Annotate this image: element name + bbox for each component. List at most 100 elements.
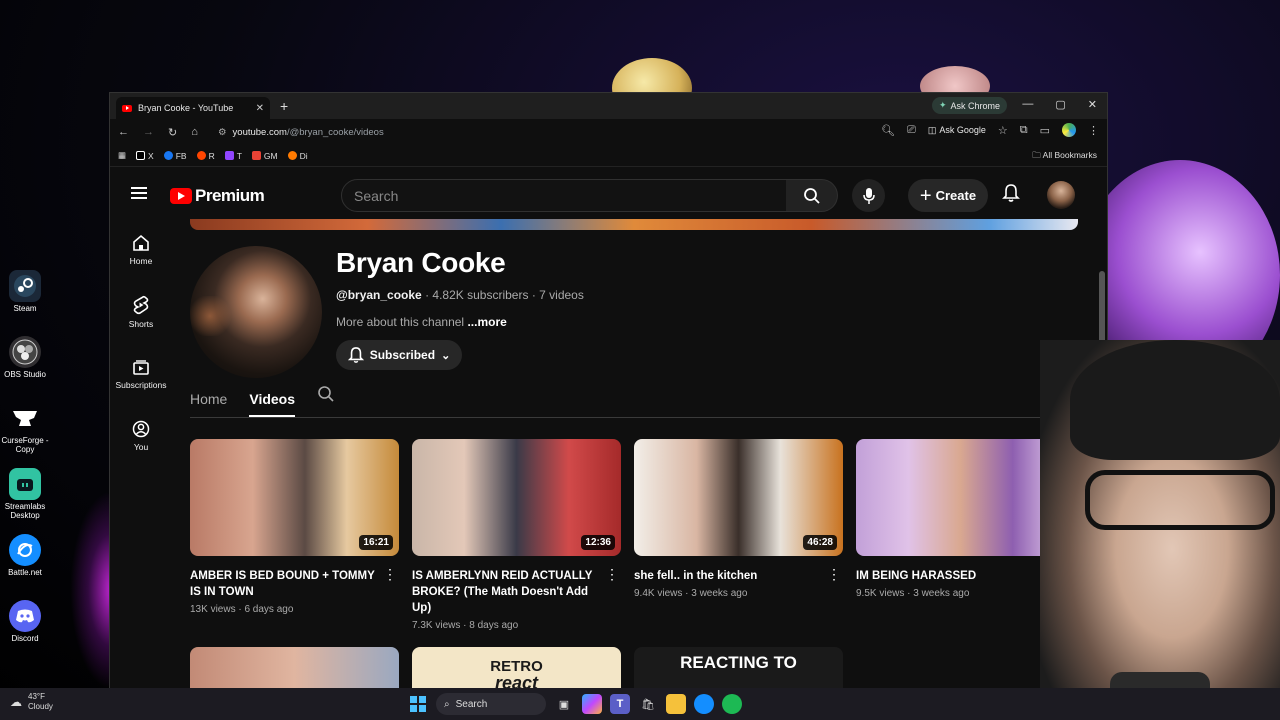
video-thumbnail[interactable]: 16:21	[190, 439, 399, 556]
taskbar-search-label: Search	[455, 698, 488, 710]
create-label: Create	[935, 188, 977, 203]
desktop-icon-battlenet[interactable]: Battle.net	[0, 534, 50, 600]
copilot-icon[interactable]	[582, 694, 602, 714]
channel-search-icon[interactable]	[317, 385, 335, 417]
video-thumbnail[interactable]: 46:28	[634, 439, 843, 556]
notifications-button[interactable]	[1002, 183, 1020, 208]
video-card[interactable]: 46:28 she fell.. in the kitchen 9.4K vie…	[634, 439, 843, 599]
bookmark-di[interactable]: Di	[287, 151, 308, 161]
weather-widget[interactable]: ☁ 43°F Cloudy	[10, 692, 53, 712]
tab-title: Bryan Cooke - YouTube	[138, 103, 234, 113]
youtube-logo-icon	[170, 188, 192, 204]
reddit-favicon-icon	[196, 151, 206, 160]
video-duration: 46:28	[803, 535, 837, 550]
windows-start-icon[interactable]	[408, 694, 428, 714]
guide-item-you[interactable]: You	[110, 405, 172, 467]
chrome-window: Bryan Cooke - YouTube ✕ + ✦ Ask Chrome —…	[109, 92, 1108, 692]
extensions-icon[interactable]: ⧉	[1020, 124, 1028, 137]
view-count: 9.5K views	[856, 588, 905, 599]
battlenet-taskbar-icon[interactable]	[694, 694, 714, 714]
spotify-icon[interactable]	[722, 694, 742, 714]
close-window-icon[interactable]: ✕	[1088, 98, 1097, 111]
more-actions-icon[interactable]: ⋮	[383, 567, 397, 581]
video-title[interactable]: IM BEING HARASSED	[856, 568, 1065, 584]
video-thumbnail[interactable]: RETRO react	[412, 647, 621, 691]
guide-item-subscriptions[interactable]: Subscriptions	[110, 343, 172, 405]
bookmark-twitch[interactable]: T	[224, 151, 242, 161]
account-avatar[interactable]	[1047, 181, 1075, 209]
site-info-icon[interactable]: ⚙	[218, 127, 227, 138]
task-view-icon[interactable]: ▣	[554, 694, 574, 714]
cast-icon[interactable]: ⎚	[907, 124, 916, 137]
you-icon	[132, 420, 150, 438]
reload-icon[interactable]: ↻	[168, 126, 177, 139]
video-meta: 9.4K views · 3 weeks ago	[634, 588, 748, 599]
x-favicon-icon	[136, 151, 146, 160]
teams-icon[interactable]: T	[610, 694, 630, 714]
bookmarks-bar: ▦ X FB R T GM Di 🗀 All Bookmarks	[110, 145, 1107, 167]
more-actions-icon[interactable]: ⋮	[605, 567, 619, 581]
tab-home[interactable]: Home	[190, 391, 227, 417]
bookmark-x[interactable]: X	[136, 151, 154, 161]
mini-guide: Home Shorts Subscriptions You	[110, 219, 172, 467]
home-button-icon[interactable]: ⌂	[191, 126, 198, 138]
search-input[interactable]: Search	[341, 179, 787, 212]
profile-avatar[interactable]	[1062, 123, 1076, 137]
video-thumbnail[interactable]	[190, 647, 399, 691]
video-title[interactable]: IS AMBERLYNN REID ACTUALLY BROKE? (The M…	[412, 568, 621, 616]
bookmark-gmail[interactable]: GM	[251, 151, 278, 161]
more-link[interactable]: ...more	[467, 315, 506, 329]
guide-item-shorts[interactable]: Shorts	[110, 281, 172, 343]
search-placeholder: Search	[354, 187, 399, 204]
ask-chrome-button[interactable]: ✦ Ask Chrome	[932, 97, 1008, 114]
search-button[interactable]	[786, 179, 838, 212]
maximize-icon[interactable]: ▢	[1055, 98, 1065, 111]
store-icon[interactable]: 🛍︎	[638, 694, 658, 714]
zoom-icon[interactable]: 🔍︎	[881, 124, 895, 137]
browser-tab-active[interactable]: Bryan Cooke - YouTube ✕	[116, 97, 270, 119]
desktop-icon-streamlabs[interactable]: Streamlabs Desktop	[0, 468, 50, 534]
close-tab-icon[interactable]: ✕	[256, 103, 264, 114]
ask-google-label: Ask Google	[939, 125, 986, 135]
bookmark-star-icon[interactable]: ☆	[998, 124, 1008, 137]
video-thumbnail[interactable]: REACTING TO	[634, 647, 843, 691]
more-menu-icon[interactable]: ⋮	[1088, 124, 1099, 137]
video-title[interactable]: she fell.. in the kitchen	[634, 568, 843, 584]
apps-grid-icon[interactable]: ▦	[118, 150, 126, 161]
create-button[interactable]: + Create	[908, 179, 988, 212]
bookmark-reddit[interactable]: R	[196, 151, 215, 161]
desktop-icon-obs[interactable]: OBS Studio	[0, 336, 50, 402]
desktop-icon-discord[interactable]: Discord	[0, 600, 50, 666]
side-panel-icon[interactable]: ▭	[1040, 124, 1050, 137]
guide-item-home[interactable]: Home	[110, 219, 172, 281]
channel-description[interactable]: More about this channel ...more	[336, 315, 507, 329]
desktop-icon-curseforge[interactable]: CurseForge - Copy	[0, 402, 50, 468]
tab-videos[interactable]: Videos	[249, 391, 296, 417]
subscribed-button[interactable]: Subscribed ⌄	[336, 340, 462, 370]
video-card[interactable]: 12:36 IS AMBERLYNN REID ACTUALLY BROKE? …	[412, 439, 621, 631]
youtube-premium-logo[interactable]: Premium	[170, 186, 265, 206]
desktop-icon-steam[interactable]: Steam	[0, 270, 50, 336]
video-count: 7 videos	[539, 288, 584, 302]
search-icon	[803, 187, 820, 204]
video-thumbnail[interactable]	[856, 439, 1065, 556]
battlenet-icon	[9, 534, 41, 566]
forward-icon[interactable]: →	[143, 126, 154, 138]
all-bookmarks[interactable]: 🗀 All Bookmarks	[1032, 150, 1097, 164]
hamburger-menu-icon[interactable]	[131, 187, 147, 199]
video-card[interactable]: IM BEING HARASSED 9.5K views · 3 weeks a…	[856, 439, 1065, 599]
taskbar-search[interactable]: ⌕ Search	[436, 693, 546, 715]
minimize-icon[interactable]: —	[1022, 98, 1033, 111]
file-explorer-icon[interactable]	[666, 694, 686, 714]
back-icon[interactable]: ←	[118, 126, 129, 138]
more-actions-icon[interactable]: ⋮	[827, 567, 841, 581]
address-bar[interactable]: ⚙ youtube.com/@bryan_cooke/videos	[218, 124, 384, 141]
voice-search-button[interactable]	[852, 179, 885, 212]
bookmark-fb[interactable]: FB	[163, 151, 187, 161]
ask-google-button[interactable]: ◫ Ask Google	[928, 125, 986, 136]
new-tab-icon[interactable]: +	[280, 98, 288, 114]
video-title[interactable]: AMBER IS BED BOUND + TOMMY IS IN TOWN	[190, 568, 399, 600]
video-thumbnail[interactable]: 12:36	[412, 439, 621, 556]
desktop-icon-label: CurseForge - Copy	[1, 436, 49, 454]
video-card[interactable]: 16:21 AMBER IS BED BOUND + TOMMY IS IN T…	[190, 439, 399, 615]
